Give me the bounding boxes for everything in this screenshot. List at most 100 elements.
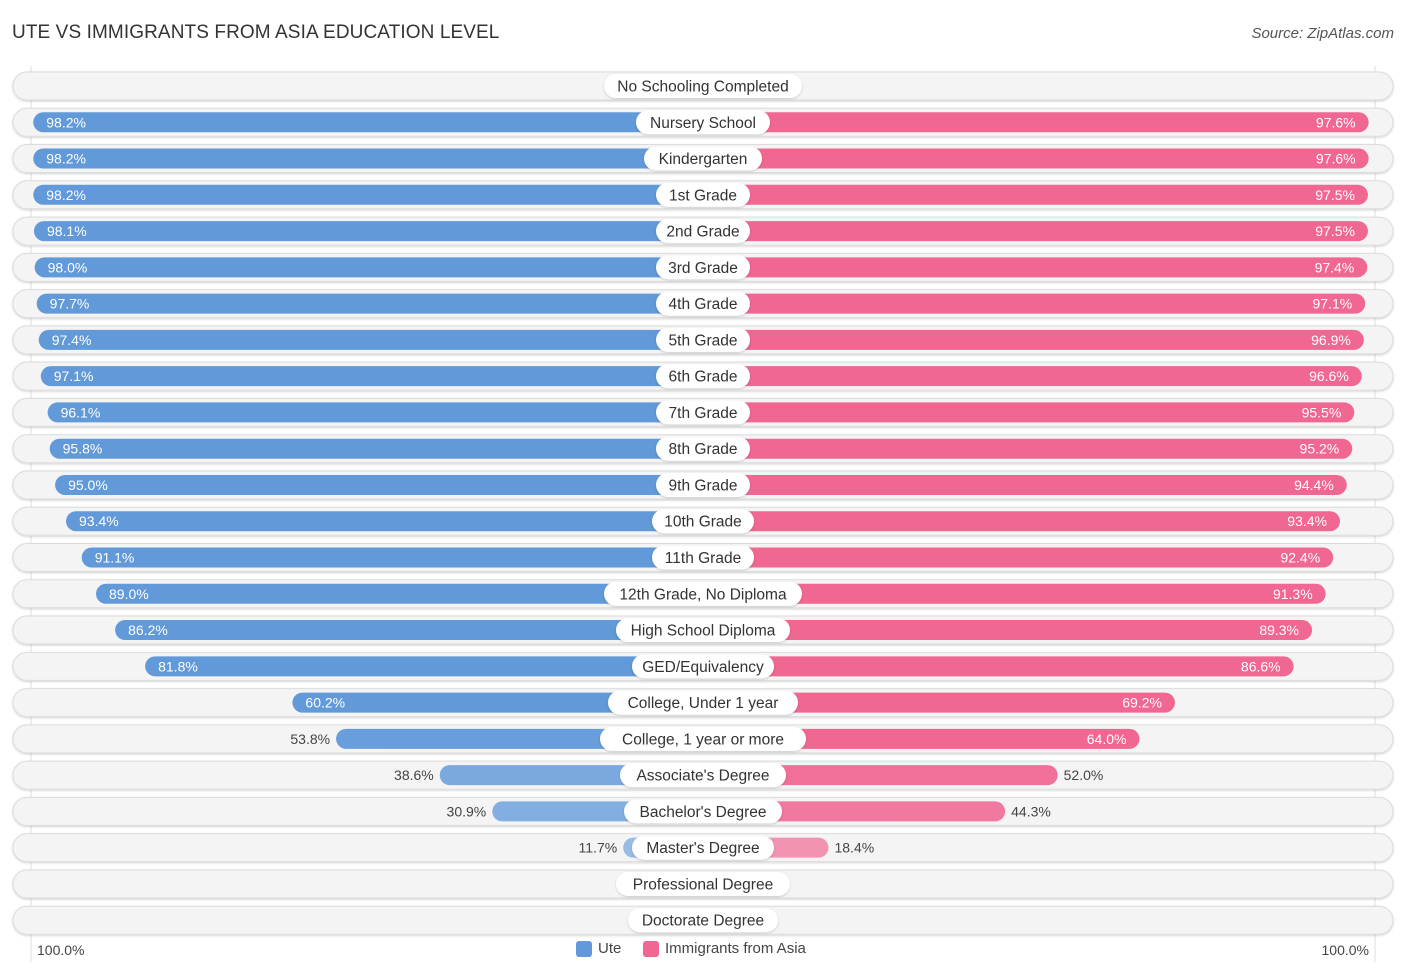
value-label-ute: 95.8% bbox=[63, 441, 103, 457]
value-label-asia: 44.3% bbox=[1011, 803, 1051, 819]
value-label-ute: 86.2% bbox=[128, 622, 168, 638]
value-label-ute: 89.0% bbox=[109, 586, 149, 602]
bar-row[interactable]: 95.0% 94.4% 9th Grade bbox=[12, 470, 1394, 500]
category-label: 12th Grade, No Diploma bbox=[619, 586, 787, 603]
bar-asia bbox=[703, 221, 1368, 242]
bar-row[interactable]: 97.1% 96.6% 6th Grade bbox=[12, 361, 1394, 391]
value-label-ute: 97.1% bbox=[54, 368, 94, 384]
bar-row[interactable]: 2.3%2.4%No Schooling Completed bbox=[12, 71, 1394, 101]
bar-row[interactable]: 93.4% 93.4% 10th Grade bbox=[12, 506, 1394, 536]
category-label: Professional Degree bbox=[633, 876, 773, 893]
bar-asia bbox=[703, 620, 1313, 641]
legend-label-ute: Ute bbox=[598, 940, 622, 957]
category-label: Associate's Degree bbox=[636, 768, 769, 785]
bar-asia bbox=[703, 293, 1366, 314]
value-label-asia: 89.3% bbox=[1259, 622, 1299, 638]
bar-row[interactable]: 91.1% 92.4% 11th Grade bbox=[12, 543, 1394, 573]
bar-row[interactable]: 38.6% 52.0% Associate's Degree bbox=[12, 760, 1394, 790]
bar-ute bbox=[36, 293, 704, 314]
value-label-asia: 97.5% bbox=[1315, 187, 1355, 203]
bar-ute bbox=[33, 184, 703, 205]
bar-ute bbox=[47, 402, 703, 423]
category-label: 11th Grade bbox=[665, 550, 741, 567]
bar-ute bbox=[38, 329, 704, 350]
bar-asia bbox=[703, 511, 1340, 532]
value-label-ute: 98.2% bbox=[46, 187, 86, 203]
value-label-asia: 93.4% bbox=[1287, 513, 1327, 529]
bar-asia bbox=[703, 474, 1347, 495]
value-label-ute: 98.0% bbox=[48, 259, 88, 275]
category-label: Master's Degree bbox=[646, 840, 759, 857]
value-label-asia: 69.2% bbox=[1122, 695, 1162, 711]
value-label-ute: 98.2% bbox=[46, 114, 86, 130]
value-label-ute: 95.0% bbox=[68, 477, 108, 493]
category-label: Nursery School bbox=[650, 115, 756, 132]
value-label-ute: 97.7% bbox=[50, 296, 90, 312]
category-label: High School Diploma bbox=[631, 623, 776, 640]
bar-ute bbox=[55, 474, 704, 495]
bar-row[interactable]: 95.8% 95.2% 8th Grade bbox=[12, 434, 1394, 464]
bar-row[interactable]: 89.0% 91.3% 12th Grade, No Diploma bbox=[12, 579, 1394, 609]
legend-label-asia: Immigrants from Asia bbox=[665, 940, 806, 957]
value-label-ute: 38.6% bbox=[394, 767, 434, 783]
bar-row[interactable]: 98.1% 97.5% 2nd Grade bbox=[12, 216, 1394, 246]
value-label-ute: 53.8% bbox=[290, 731, 330, 747]
category-label: Doctorate Degree bbox=[642, 913, 764, 930]
bar-row[interactable]: 98.2% 97.6% Nursery School bbox=[12, 107, 1394, 137]
value-label-ute: 11.7% bbox=[579, 840, 618, 856]
category-label: Bachelor's Degree bbox=[639, 804, 766, 821]
category-label: 7th Grade bbox=[669, 405, 738, 422]
value-label-ute: 97.4% bbox=[52, 332, 92, 348]
bar-row[interactable]: 11.7% 18.4% Master's Degree bbox=[12, 833, 1394, 863]
bar-ute bbox=[49, 438, 704, 459]
bar-ute bbox=[33, 221, 703, 242]
value-label-asia: 97.5% bbox=[1315, 223, 1355, 239]
value-label-asia: 97.6% bbox=[1316, 114, 1356, 130]
bar-row[interactable]: 97.7% 97.1% 4th Grade bbox=[12, 289, 1394, 319]
bar-row[interactable]: 81.8% 86.6% GED/Equivalency bbox=[12, 651, 1394, 681]
bar-row[interactable]: 98.2% 97.6% Kindergarten bbox=[12, 144, 1394, 174]
bar-ute bbox=[145, 656, 703, 677]
value-label-ute: 91.1% bbox=[95, 550, 135, 566]
value-label-asia: 97.4% bbox=[1315, 259, 1355, 275]
bar-ute bbox=[40, 366, 703, 387]
bar-asia bbox=[703, 547, 1334, 568]
bar-row[interactable]: 2.0%2.4%Doctorate Degree bbox=[12, 905, 1394, 935]
bar-asia bbox=[703, 438, 1353, 459]
category-label: 6th Grade bbox=[669, 369, 738, 386]
legend-swatch-asia bbox=[643, 940, 659, 957]
value-label-asia: 95.2% bbox=[1300, 441, 1340, 457]
legend-item-asia[interactable]: Immigrants from Asia bbox=[643, 940, 806, 957]
bar-row[interactable]: 4.0%5.5%Professional Degree bbox=[12, 869, 1394, 899]
category-label: 8th Grade bbox=[669, 441, 738, 458]
value-label-asia: 18.4% bbox=[834, 840, 874, 856]
bar-ute bbox=[66, 511, 703, 532]
bar-ute bbox=[81, 547, 703, 568]
legend-item-ute[interactable]: Ute bbox=[576, 940, 621, 957]
category-label: 4th Grade bbox=[669, 296, 738, 313]
bar-asia bbox=[703, 148, 1369, 169]
value-label-asia: 94.4% bbox=[1294, 477, 1334, 493]
value-label-asia: 64.0% bbox=[1087, 731, 1127, 747]
bar-asia bbox=[703, 112, 1369, 133]
category-label: 10th Grade bbox=[664, 514, 742, 531]
bar-asia bbox=[703, 184, 1368, 205]
value-label-asia: 97.6% bbox=[1316, 151, 1356, 167]
category-label: 2nd Grade bbox=[666, 224, 739, 241]
value-label-asia: 96.9% bbox=[1311, 332, 1351, 348]
bar-row[interactable]: 30.9% 44.3% Bachelor's Degree bbox=[12, 796, 1394, 826]
bar-row[interactable]: 98.2% 97.5% 1st Grade bbox=[12, 180, 1394, 210]
bar-asia bbox=[703, 402, 1355, 423]
bar-row[interactable]: 97.4% 96.9% 5th Grade bbox=[12, 325, 1394, 355]
bar-row[interactable]: 60.2% 69.2% College, Under 1 year bbox=[12, 688, 1394, 718]
bar-row[interactable]: 96.1% 95.5% 7th Grade bbox=[12, 397, 1394, 427]
value-label-asia: 91.3% bbox=[1273, 586, 1313, 602]
bar-ute bbox=[33, 112, 703, 133]
bar-row[interactable]: 86.2% 89.3% High School Diploma bbox=[12, 615, 1394, 645]
bar-asia bbox=[703, 257, 1368, 278]
category-label: No Schooling Completed bbox=[617, 79, 788, 96]
value-label-asia: 92.4% bbox=[1280, 550, 1320, 566]
chart-canvas: 2.3%2.4%No Schooling Completed 98.2% 97.6%… bbox=[12, 66, 1394, 962]
bar-row[interactable]: 98.0% 97.4% 3rd Grade bbox=[12, 252, 1394, 282]
bar-row[interactable]: 53.8% 64.0% College, 1 year or more bbox=[12, 724, 1394, 754]
